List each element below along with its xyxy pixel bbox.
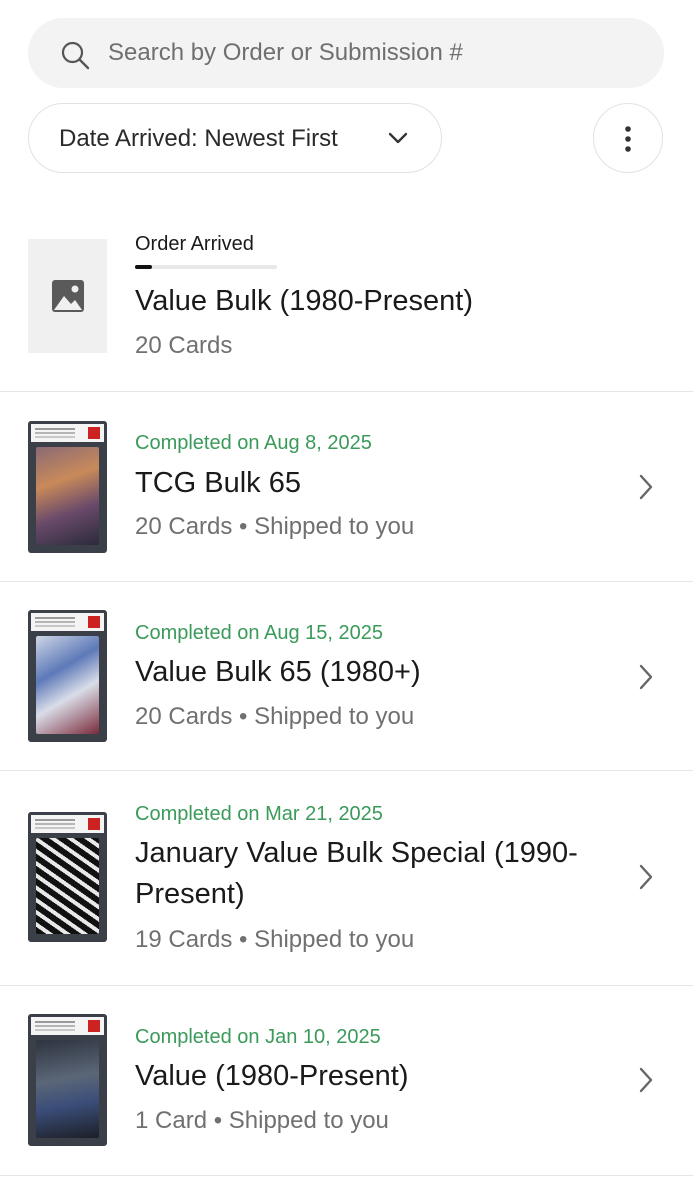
more-options-button[interactable] <box>593 103 663 173</box>
chevron-right-icon[interactable] <box>636 862 656 892</box>
image-placeholder-icon <box>52 280 84 312</box>
order-title: Value Bulk 65 (1980+) <box>135 656 421 688</box>
order-meta: 19 Cards • Shipped to you <box>135 926 415 953</box>
chevron-right-icon[interactable] <box>636 1065 656 1095</box>
search-input[interactable] <box>108 18 648 88</box>
order-title: January Value Bulk Special (1990-Present… <box>135 837 578 910</box>
order-status: Order Arrived <box>135 233 254 255</box>
search-icon <box>61 41 90 70</box>
search-bar[interactable] <box>28 18 664 88</box>
sort-dropdown-label: Date Arrived: Newest First <box>59 125 338 152</box>
order-title: TCG Bulk 65 <box>135 467 301 499</box>
order-meta: 20 Cards • Shipped to you <box>135 513 415 540</box>
graded-card-thumbnail <box>28 610 107 742</box>
order-status: Completed on Mar 21, 2025 <box>135 803 383 825</box>
chevron-down-icon <box>388 132 408 144</box>
graded-card-thumbnail <box>28 1014 107 1146</box>
order-title: Value (1980-Present) <box>135 1060 409 1092</box>
order-title: Value Bulk (1980-Present) <box>135 285 473 317</box>
order-status: Completed on Aug 8, 2025 <box>135 432 372 454</box>
order-thumbnail <box>28 239 107 353</box>
order-status: Completed on Jan 10, 2025 <box>135 1026 381 1048</box>
status-progress-bar <box>135 265 277 269</box>
graded-card-thumbnail <box>28 812 107 942</box>
graded-card-thumbnail <box>28 421 107 553</box>
order-meta: 20 Cards • Shipped to you <box>135 703 415 730</box>
vertical-dots-icon <box>625 126 631 152</box>
chevron-right-icon[interactable] <box>636 472 656 502</box>
sort-dropdown[interactable]: Date Arrived: Newest First <box>28 103 442 173</box>
status-progress-fill <box>135 265 153 269</box>
order-status: Completed on Aug 15, 2025 <box>135 622 383 644</box>
order-meta: 1 Card • Shipped to you <box>135 1107 389 1134</box>
order-meta: 20 Cards <box>135 332 233 359</box>
chevron-right-icon[interactable] <box>636 662 656 692</box>
